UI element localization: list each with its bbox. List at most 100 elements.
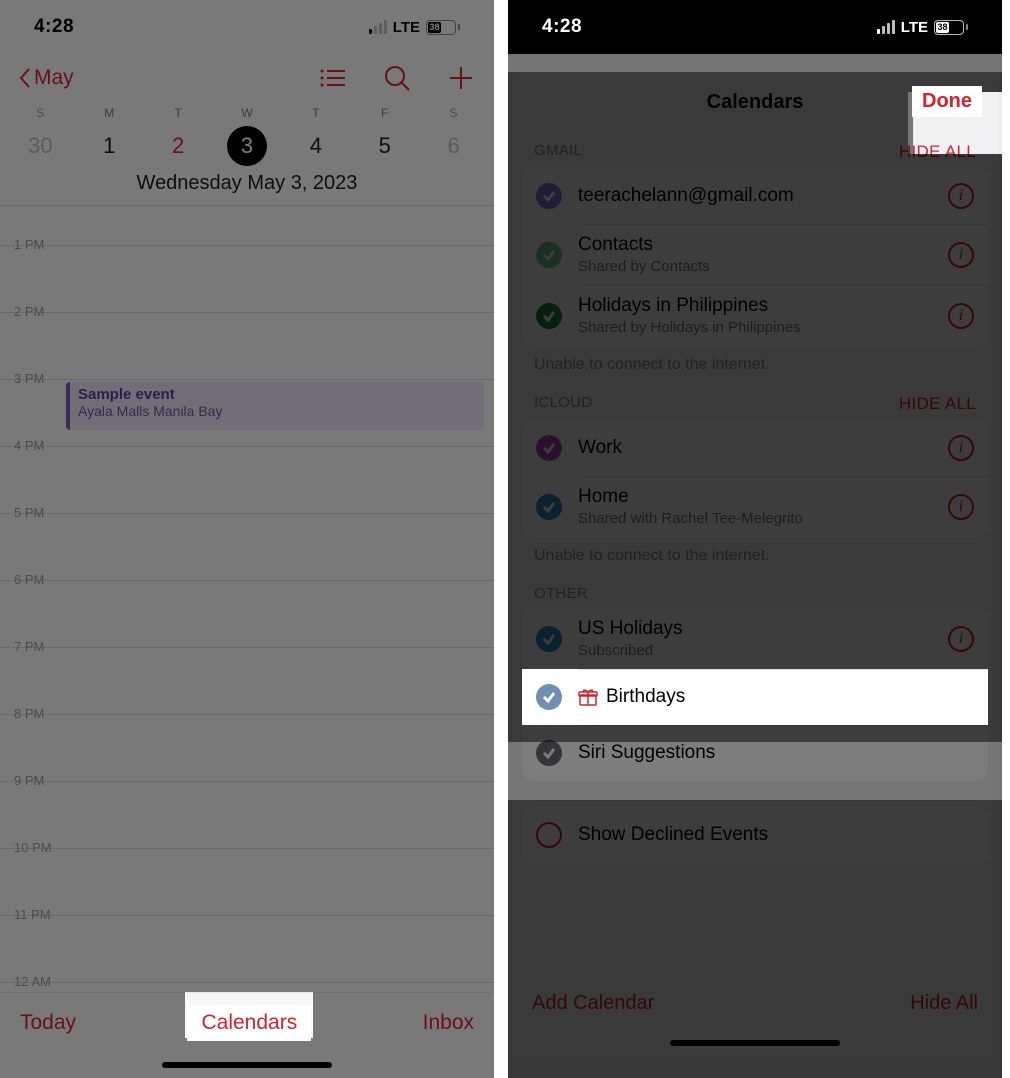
event-block[interactable]: Sample event Ayala Malls Manila Bay [66, 382, 484, 430]
calendar-name: Contacts [578, 234, 948, 256]
date-row: 30 1 2 3 4 5 6 [0, 120, 494, 172]
calendar-row[interactable]: Work i [522, 420, 988, 476]
hour-label: 6 PM [14, 572, 44, 587]
hide-all-button[interactable]: HIDE ALL [899, 142, 976, 162]
show-declined-row[interactable]: Show Declined Events [522, 807, 988, 863]
chevron-left-icon [18, 67, 32, 89]
status-bar: 4:28 LTE 38 [0, 0, 494, 54]
timeline[interactable]: 1 PM 2 PM 3 PM Sample event Ayala Malls … [0, 206, 494, 1050]
check-icon[interactable] [536, 494, 562, 520]
search-icon[interactable] [382, 63, 412, 93]
carrier-label: LTE [901, 19, 928, 36]
home-indicator [670, 1040, 840, 1046]
calendar-row[interactable]: teerachelann@gmail.com i [522, 168, 988, 224]
calendar-name: Holidays in Philippines [578, 295, 948, 317]
offline-note: Unable to connect to the internet. [512, 346, 998, 384]
other-card: US HolidaysSubscribed i Birthdays Siri S… [522, 608, 988, 781]
declined-card: Show Declined Events [522, 807, 988, 863]
dow: W [213, 106, 282, 120]
full-date: Wednesday May 3, 2023 [0, 172, 494, 206]
offline-note: Unable to connect to the internet. [512, 537, 998, 575]
calendars-sheet: Calendars Done GMAIL HIDE ALL teerachela… [512, 72, 998, 1056]
check-icon[interactable] [536, 435, 562, 461]
event-location: Ayala Malls Manila Bay [78, 403, 476, 419]
calendar-row[interactable]: HomeShared with Rachel Tee-Melegrito i [522, 476, 988, 537]
date-cell[interactable]: 6 [419, 126, 488, 166]
phone-calendar-day: 4:28 LTE 38 May S M T W T F S 30 [0, 0, 494, 1078]
section-label: ICLOUD [534, 394, 592, 414]
icloud-card: Work i HomeShared with Rachel Tee-Melegr… [522, 420, 988, 537]
calendar-row[interactable]: Siri Suggestions [522, 725, 988, 781]
calendar-row[interactable]: Holidays in Philippines Shared by Holiday… [522, 285, 988, 346]
hour-label: 8 PM [14, 706, 44, 721]
date-cell-selected[interactable]: 3 [227, 126, 267, 166]
calendar-row[interactable]: Contacts Shared by Contacts i [522, 224, 988, 285]
gmail-card: teerachelann@gmail.com i Contacts Shared … [522, 168, 988, 346]
signal-icon [877, 20, 895, 34]
info-icon[interactable]: i [948, 183, 974, 209]
calendar-name: teerachelann@gmail.com [578, 185, 948, 207]
hour-label: 10 PM [14, 840, 52, 855]
done-button[interactable]: Done [912, 86, 982, 117]
section-header-other: OTHER [512, 575, 998, 608]
phone-calendars-sheet: 4:28 LTE 38 Calendars Done GMAIL HIDE AL… [508, 0, 1002, 1078]
check-icon[interactable] [536, 183, 562, 209]
calendars-button[interactable]: Calendars [187, 1005, 311, 1041]
section-label: GMAIL [534, 142, 582, 162]
calendar-sub: Shared with Rachel Tee-Melegrito [578, 510, 948, 527]
hour-label: 7 PM [14, 639, 44, 654]
section-label: OTHER [534, 585, 588, 602]
calendar-sub: Shared by Contacts [578, 258, 948, 275]
calendar-name: Birthdays [606, 686, 974, 708]
info-icon[interactable]: i [948, 242, 974, 268]
check-icon[interactable] [536, 242, 562, 268]
carrier-label: LTE [393, 19, 420, 36]
info-icon[interactable]: i [948, 435, 974, 461]
hour-label: 11 PM [14, 907, 51, 922]
calendar-name: Work [578, 437, 948, 459]
dow: S [419, 106, 488, 120]
row-label: Show Declined Events [578, 824, 974, 846]
signal-icon [369, 20, 387, 34]
check-icon[interactable] [536, 740, 562, 766]
info-icon[interactable]: i [948, 494, 974, 520]
dow: S [6, 106, 75, 120]
hide-all-button[interactable]: Hide All [910, 992, 978, 1015]
hour-label: 12 AM [14, 974, 51, 989]
date-cell[interactable]: 1 [75, 126, 144, 166]
unchecked-icon[interactable] [536, 822, 562, 848]
date-cell[interactable]: 30 [6, 126, 75, 166]
calendar-row-birthdays[interactable]: Birthdays [522, 669, 988, 725]
home-indicator [162, 1062, 332, 1068]
calendar-sub: Shared by Holidays in Philippines [578, 319, 948, 336]
hour-label: 9 PM [14, 773, 44, 788]
back-button[interactable]: May [18, 66, 74, 90]
hour-label: 1 PM [14, 237, 44, 252]
calendar-row[interactable]: US HolidaysSubscribed i [522, 608, 988, 669]
info-icon[interactable]: i [948, 303, 974, 329]
check-icon[interactable] [536, 303, 562, 329]
hour-label: 5 PM [14, 505, 44, 520]
status-time: 4:28 [542, 16, 582, 38]
hide-all-button[interactable]: HIDE ALL [899, 394, 976, 414]
add-icon[interactable] [446, 63, 476, 93]
date-cell[interactable]: 2 [144, 126, 213, 166]
info-icon[interactable]: i [948, 626, 974, 652]
section-header-gmail: GMAIL HIDE ALL [512, 132, 998, 168]
date-cell[interactable]: 5 [350, 126, 419, 166]
week-header: S M T W T F S [0, 102, 494, 120]
dow: T [281, 106, 350, 120]
sheet-title: Calendars [707, 91, 804, 114]
battery-icon: 38 [426, 20, 460, 35]
dow: T [144, 106, 213, 120]
gift-icon [578, 687, 598, 707]
calendar-name: US Holidays [578, 618, 948, 640]
add-calendar-button[interactable]: Add Calendar [532, 992, 654, 1015]
date-cell[interactable]: 4 [281, 126, 350, 166]
check-icon[interactable] [536, 626, 562, 652]
inbox-button[interactable]: Inbox [423, 1011, 474, 1035]
check-icon[interactable] [536, 684, 562, 710]
list-icon[interactable] [318, 63, 348, 93]
hour-label: 4 PM [14, 438, 44, 453]
today-button[interactable]: Today [20, 1011, 76, 1035]
